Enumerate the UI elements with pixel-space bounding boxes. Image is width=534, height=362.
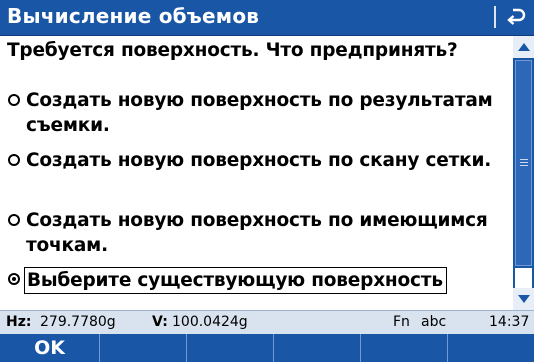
softkey-4[interactable] [274, 334, 361, 362]
arrow-down-icon [517, 295, 530, 303]
title-bar: Вычисление объемов [0, 0, 534, 36]
option-label: Создать новую поверхность по имеющимся т… [26, 210, 488, 256]
status-bar: Hz: 279.7780g V: 100.0424g Fn abc 14:37 [0, 310, 534, 334]
clock: 14:37 [489, 314, 530, 330]
option-points-surface[interactable]: Создать новую поверхность по имеющимся т… [8, 208, 508, 258]
arrow-up-icon [517, 43, 530, 51]
scroll-thumb[interactable] [515, 60, 532, 266]
softkey-5[interactable] [361, 334, 448, 362]
softkey-bar: OK [0, 334, 534, 362]
softkey-2[interactable] [100, 334, 187, 362]
softkey-3[interactable] [187, 334, 274, 362]
scroll-up-button[interactable] [513, 36, 534, 58]
dialog-content: Требуется поверхность. Что предпринять? … [0, 36, 512, 310]
thumb-grip [520, 165, 528, 166]
scroll-track[interactable] [515, 268, 532, 288]
option-label: Создать новую поверхность по скану сетки… [26, 150, 492, 171]
hz-value: 279.7780g [40, 314, 116, 330]
scroll-down-button[interactable] [513, 288, 534, 310]
v-label: V: [152, 314, 168, 330]
option-existing-surface[interactable]: Выберите существующую поверхность [8, 267, 508, 294]
back-button[interactable] [500, 2, 532, 32]
hz-label: Hz: [6, 314, 32, 330]
thumb-grip [520, 159, 528, 160]
window-title: Вычисление объемов [7, 4, 260, 28]
option-grid-scan-surface[interactable]: Создать новую поверхность по скану сетки… [8, 148, 508, 173]
radio-button[interactable] [8, 94, 20, 106]
back-arrow-icon [507, 8, 526, 25]
option-label: Выберите существующую поверхность [24, 267, 447, 294]
option-survey-surface[interactable]: Создать новую поверхность по результатам… [8, 88, 508, 138]
v-value: 100.0424g [172, 314, 248, 330]
radio-button[interactable] [8, 154, 20, 166]
radio-button[interactable] [8, 214, 20, 226]
prompt-text: Требуется поверхность. Что предпринять? [7, 40, 458, 61]
title-separator [494, 6, 496, 28]
vertical-scrollbar[interactable] [513, 36, 534, 310]
input-mode-indicator: abc [421, 314, 447, 330]
thumb-grip [520, 162, 528, 163]
fn-indicator: Fn [393, 314, 410, 330]
option-label: Создать новую поверхность по результатам… [26, 90, 493, 136]
ok-button[interactable]: OK [0, 334, 100, 362]
radio-button-selected[interactable] [8, 273, 20, 285]
softkey-6[interactable] [448, 334, 534, 362]
